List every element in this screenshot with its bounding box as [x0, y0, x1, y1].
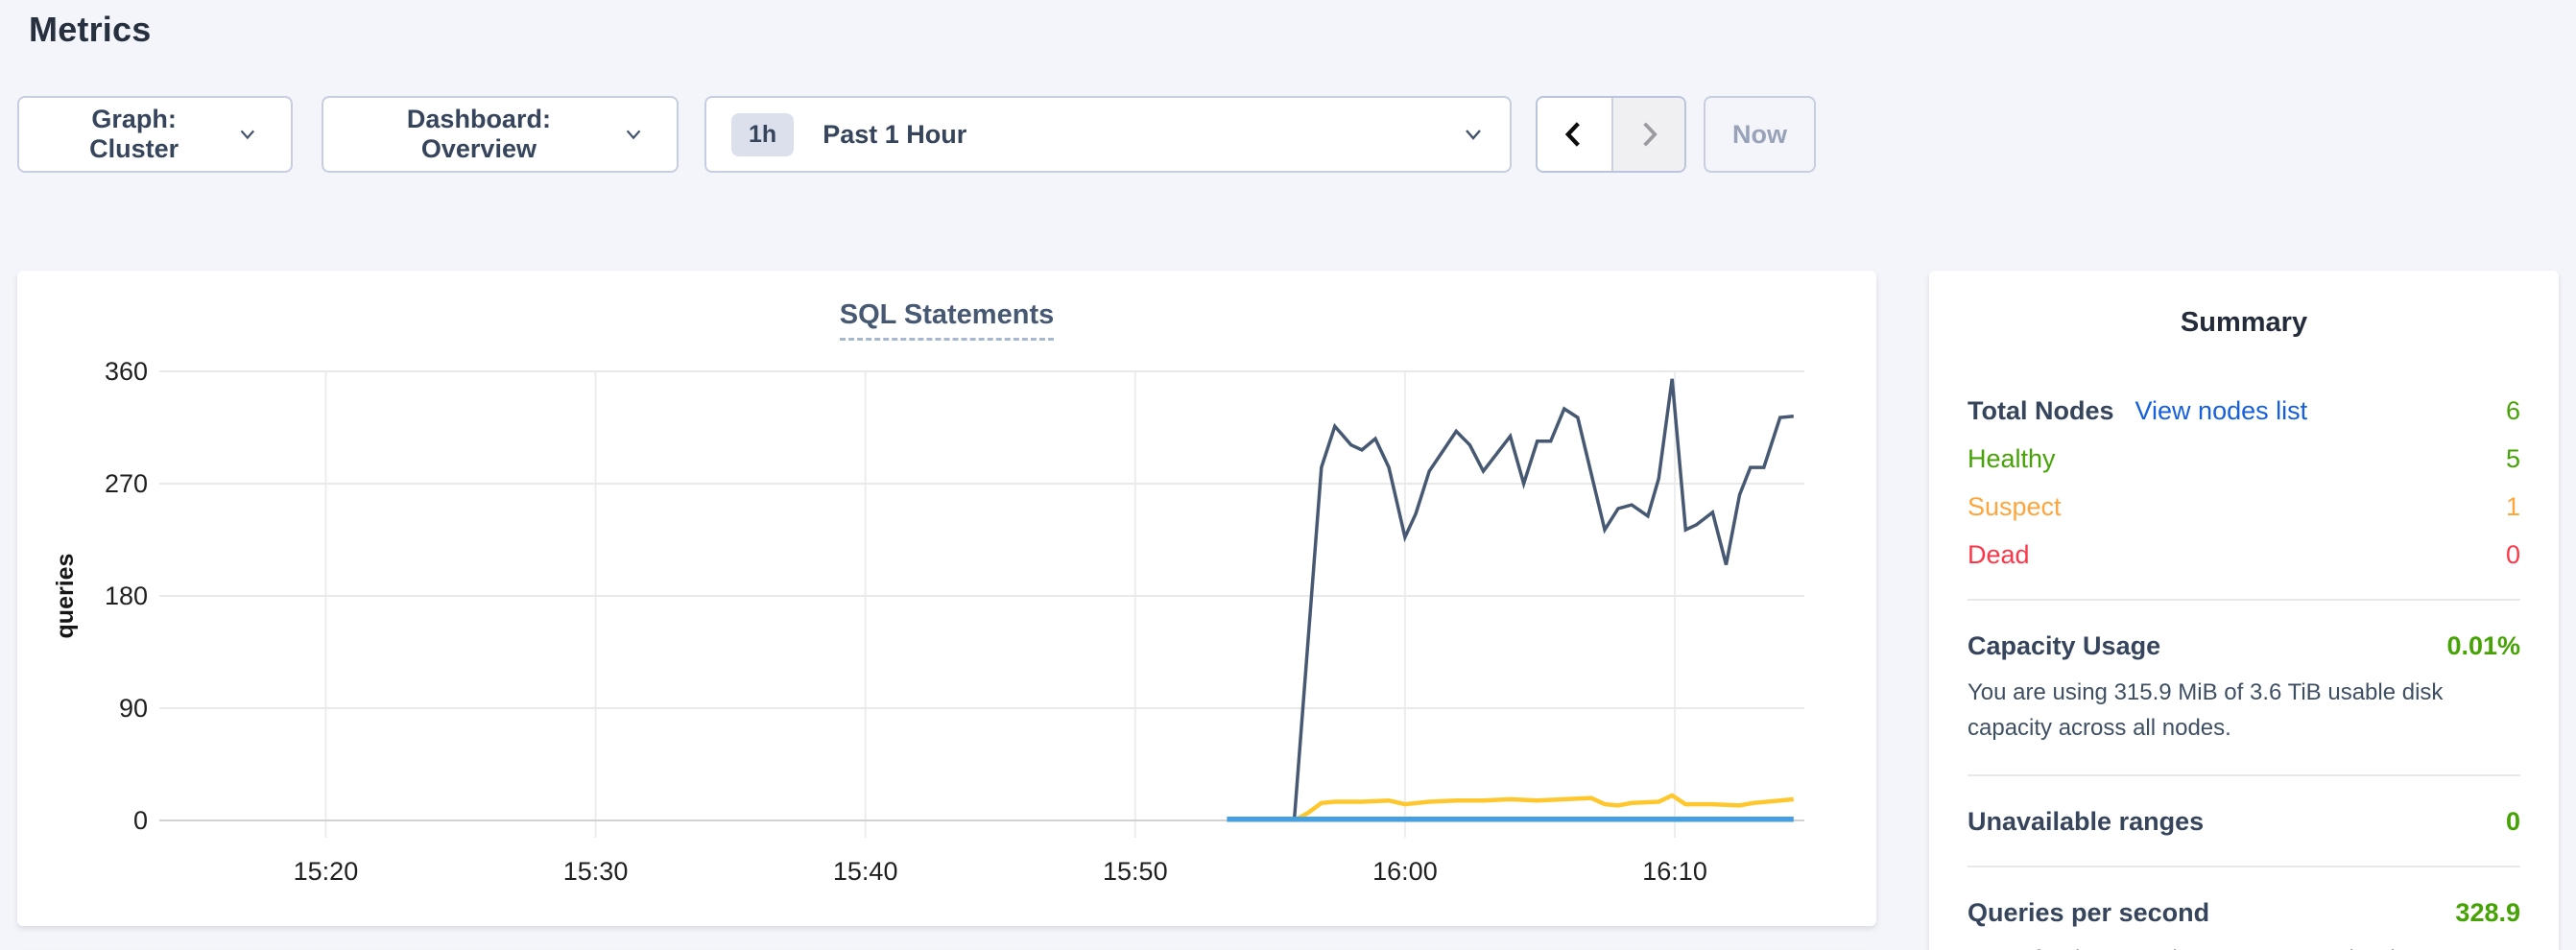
- suspect-value: 1: [2506, 492, 2520, 522]
- time-step-control: [1536, 96, 1686, 173]
- svg-text:16:10: 16:10: [1642, 857, 1707, 886]
- time-window-label: Past 1 Hour: [823, 120, 966, 150]
- page-title: Metrics: [29, 10, 2576, 50]
- sql-statements-chart-card: SQL Statements 15:2015:3015:4015:5016:00…: [17, 271, 1876, 926]
- graph-dropdown-label: Graph: Cluster: [52, 105, 216, 164]
- chevron-down-icon: [237, 123, 258, 146]
- now-button[interactable]: Now: [1704, 96, 1816, 173]
- svg-text:15:20: 15:20: [294, 857, 359, 886]
- summary-title: Summary: [1968, 307, 2520, 339]
- divider: [1968, 774, 2520, 776]
- qps-section: Queries per second 328.9 Sum of Selects,…: [1968, 898, 2520, 950]
- svg-text:90: 90: [119, 694, 148, 723]
- healthy-nodes-row: Healthy 5: [1968, 444, 2520, 474]
- view-nodes-list-link[interactable]: View nodes list: [2135, 396, 2308, 426]
- suspect-nodes-row: Suspect 1: [1968, 492, 2520, 522]
- total-nodes-value: 6: [2506, 396, 2520, 426]
- dead-value: 0: [2506, 540, 2520, 570]
- sql-statements-chart[interactable]: 15:20 15:30 15:40 15:50 16:00 16:10 0 90 180 270 3…: [17, 299, 1876, 926]
- svg-text:0: 0: [133, 806, 148, 835]
- dashboard-dropdown-label: Dashboard: Overview: [356, 105, 602, 164]
- time-window-selector[interactable]: 1h Past 1 Hour: [704, 96, 1512, 173]
- divider: [1968, 599, 2520, 601]
- capacity-label: Capacity Usage: [1968, 631, 2160, 661]
- node-status-block: Total Nodes View nodes list 6 Healthy 5 …: [1968, 396, 2520, 570]
- total-nodes-label: Total Nodes: [1968, 396, 2114, 426]
- svg-text:270: 270: [105, 469, 148, 498]
- healthy-label: Healthy: [1968, 444, 2056, 474]
- qps-value: 328.9: [2455, 898, 2520, 928]
- svg-text:180: 180: [105, 582, 148, 610]
- prev-time-button[interactable]: [1538, 98, 1611, 171]
- unavailable-ranges-value: 0: [2506, 807, 2520, 837]
- next-time-button[interactable]: [1611, 98, 1685, 171]
- unavailable-ranges-label: Unavailable ranges: [1968, 807, 2204, 837]
- graph-dropdown[interactable]: Graph: Cluster: [17, 96, 293, 173]
- summary-panel: Summary Total Nodes View nodes list 6 He…: [1929, 271, 2559, 950]
- total-nodes-row: Total Nodes View nodes list 6: [1968, 396, 2520, 426]
- svg-text:16:00: 16:00: [1372, 857, 1438, 886]
- svg-text:15:30: 15:30: [563, 857, 629, 886]
- capacity-description: You are using 315.9 MiB of 3.6 TiB usabl…: [1968, 675, 2520, 746]
- svg-text:queries: queries: [52, 554, 79, 639]
- healthy-value: 5: [2506, 444, 2520, 474]
- capacity-value: 0.01%: [2446, 631, 2520, 661]
- qps-description: Sum of Selects, Updates, Inserts, and De…: [1968, 941, 2520, 950]
- dead-label: Dead: [1968, 540, 2030, 570]
- chevron-down-icon: [1462, 123, 1485, 146]
- divider: [1968, 866, 2520, 867]
- capacity-section: Capacity Usage 0.01% You are using 315.9…: [1968, 631, 2520, 746]
- chevron-down-icon: [623, 123, 644, 146]
- svg-text:15:50: 15:50: [1103, 857, 1168, 886]
- chevron-left-icon: [1560, 118, 1588, 151]
- dashboard-dropdown[interactable]: Dashboard: Overview: [322, 96, 679, 173]
- time-window-badge: 1h: [731, 113, 794, 156]
- dead-nodes-row: Dead 0: [1968, 540, 2520, 570]
- chevron-right-icon: [1634, 118, 1663, 151]
- svg-text:15:40: 15:40: [833, 857, 898, 886]
- svg-text:360: 360: [105, 357, 148, 386]
- controls-row: Graph: Cluster Dashboard: Overview 1h Pa…: [17, 96, 1816, 173]
- unavailable-ranges-section: Unavailable ranges 0: [1968, 807, 2520, 837]
- qps-label: Queries per second: [1968, 898, 2209, 928]
- suspect-label: Suspect: [1968, 492, 2062, 522]
